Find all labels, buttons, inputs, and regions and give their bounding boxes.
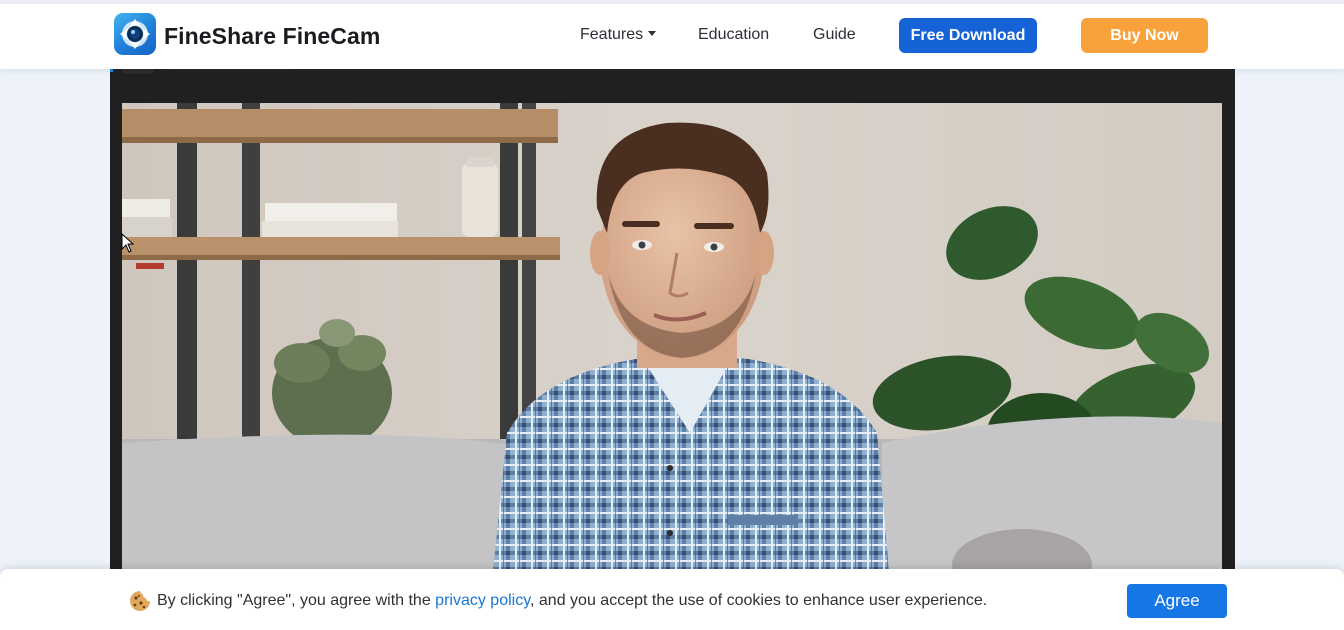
- cookie-text-after: , and you accept the use of cookies to e…: [530, 592, 988, 609]
- nav-guide[interactable]: Guide: [813, 26, 856, 44]
- buy-now-button[interactable]: Buy Now: [1081, 18, 1208, 53]
- brand-name[interactable]: FineShare FineCam: [164, 23, 380, 50]
- webcam-scene-illustration: [122, 103, 1222, 582]
- finecam-logo-icon[interactable]: [114, 13, 156, 55]
- mouse-pointer-icon: [121, 233, 135, 253]
- cookie-banner: By clicking "Agree", you agree with the …: [0, 569, 1344, 630]
- video-player: [110, 62, 1235, 582]
- cookie-consent-text: By clicking "Agree", you agree with the …: [157, 592, 987, 610]
- agree-button[interactable]: Agree: [1127, 584, 1227, 618]
- webcam-video-frame[interactable]: [122, 103, 1222, 582]
- nav-features[interactable]: Features: [580, 26, 657, 44]
- nav-education[interactable]: Education: [698, 26, 769, 44]
- cookie-icon: [130, 591, 150, 611]
- caret-down-icon: [648, 31, 657, 36]
- cookie-text-before: By clicking "Agree", you agree with the: [157, 592, 436, 609]
- privacy-policy-link[interactable]: privacy policy: [435, 592, 530, 609]
- free-download-button[interactable]: Free Download: [899, 18, 1037, 53]
- nav-features-label: Features: [580, 26, 644, 43]
- site-header: FineShare FineCam Features Education Gui…: [0, 0, 1344, 69]
